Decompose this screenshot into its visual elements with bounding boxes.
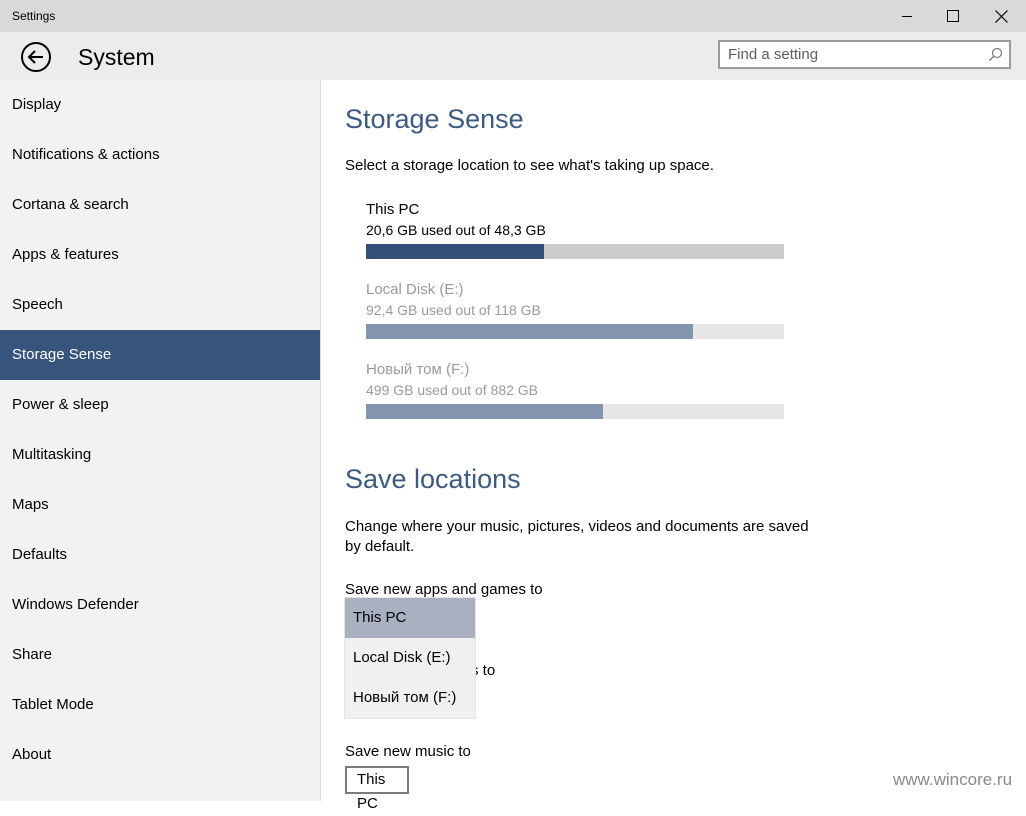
drive-item[interactable]: Новый том (F:) 499 GB used out of 882 GB xyxy=(366,360,784,419)
sidebar-item-multitasking[interactable]: Multitasking xyxy=(0,430,320,480)
dropdown-option-this-pc[interactable]: This PC xyxy=(345,598,475,638)
minimize-button[interactable] xyxy=(884,0,930,32)
sidebar: Display Notifications & actions Cortana … xyxy=(0,80,321,801)
drive-usage: 20,6 GB used out of 48,3 GB xyxy=(366,222,546,238)
drive-name: This PC xyxy=(366,201,420,218)
sidebar-item-share[interactable]: Share xyxy=(0,630,320,680)
sidebar-item-tablet-mode[interactable]: Tablet Mode xyxy=(0,680,320,730)
description-line: Change where your music, pictures, video… xyxy=(345,518,809,535)
close-button[interactable] xyxy=(978,0,1024,32)
search-icon[interactable] xyxy=(988,47,1003,62)
minimize-icon xyxy=(902,16,912,17)
close-icon xyxy=(994,9,1008,23)
maximize-icon xyxy=(947,10,959,22)
back-arrow-icon xyxy=(21,42,51,72)
drive-name: Local Disk (E:) xyxy=(366,281,464,298)
sidebar-item-apps[interactable]: Apps & features xyxy=(0,230,320,280)
dropdown-option-new-volume-f[interactable]: Новый том (F:) xyxy=(345,678,475,718)
maximize-button[interactable] xyxy=(930,0,976,32)
drive-usage-fill xyxy=(366,244,545,259)
drive-usage-fill xyxy=(366,404,603,419)
drive-usage: 92,4 GB used out of 118 GB xyxy=(366,302,541,318)
sidebar-item-windows-defender[interactable]: Windows Defender xyxy=(0,580,320,630)
save-apps-label: Save new apps and games to xyxy=(345,581,543,598)
drive-item[interactable]: This PC 20,6 GB used out of 48,3 GB xyxy=(366,200,784,259)
save-locations-description: Change where your music, pictures, video… xyxy=(345,517,809,557)
watermark: www.wincore.ru xyxy=(893,770,1013,789)
sidebar-item-cortana[interactable]: Cortana & search xyxy=(0,180,320,230)
dropdown-option-local-disk-e[interactable]: Local Disk (E:) xyxy=(345,638,475,678)
drive-usage-bar xyxy=(366,404,784,419)
save-music-select[interactable]: This PC xyxy=(345,766,409,812)
drive-name: Новый том (F:) xyxy=(366,361,470,378)
window-title: Settings xyxy=(12,9,56,23)
drive-usage: 499 GB used out of 882 GB xyxy=(366,382,539,398)
page-title: System xyxy=(78,44,155,70)
sidebar-item-storage-sense[interactable]: Storage Sense xyxy=(0,330,320,380)
storage-description: Select a storage location to see what's … xyxy=(345,157,714,174)
save-locations-heading: Save locations xyxy=(345,464,521,494)
sidebar-item-defaults[interactable]: Defaults xyxy=(0,530,320,580)
sidebar-item-speech[interactable]: Speech xyxy=(0,280,320,330)
sidebar-item-maps[interactable]: Maps xyxy=(0,480,320,530)
sidebar-item-display[interactable]: Display xyxy=(0,80,320,130)
back-button[interactable] xyxy=(20,41,52,73)
storage-sense-heading: Storage Sense xyxy=(345,104,524,134)
drive-item[interactable]: Local Disk (E:) 92,4 GB used out of 118 … xyxy=(366,280,784,339)
description-line: by default. xyxy=(345,538,415,555)
header: System xyxy=(0,32,1026,80)
search-box[interactable] xyxy=(718,40,1011,69)
drive-usage-bar xyxy=(366,324,784,339)
save-music-label: Save new music to xyxy=(345,743,471,760)
sidebar-item-power[interactable]: Power & sleep xyxy=(0,380,320,430)
title-bar: Settings xyxy=(0,0,1026,32)
save-apps-dropdown[interactable]: This PC Local Disk (E:) Новый том (F:) xyxy=(345,598,475,718)
sidebar-item-notifications[interactable]: Notifications & actions xyxy=(0,130,320,180)
sidebar-item-about[interactable]: About xyxy=(0,730,320,780)
search-input[interactable] xyxy=(720,42,978,67)
drive-usage-fill xyxy=(366,324,694,339)
drive-usage-bar xyxy=(366,244,784,259)
